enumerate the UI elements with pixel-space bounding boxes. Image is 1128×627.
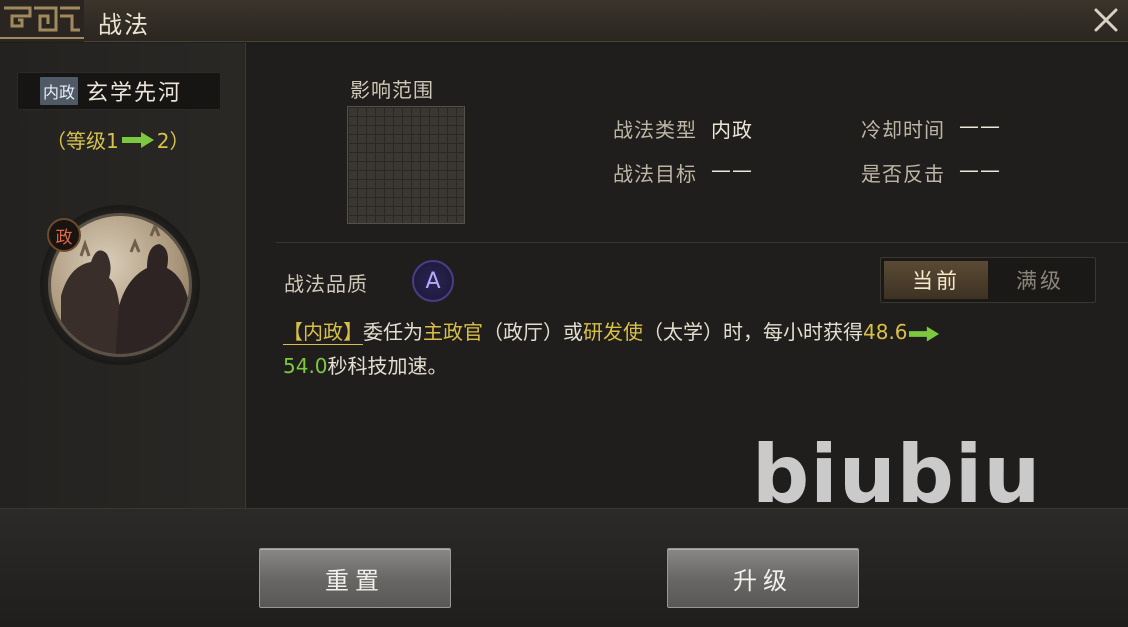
info-target-row: 战法目标 —— bbox=[613, 158, 753, 187]
quality-label: 战法品质 bbox=[284, 272, 368, 296]
title-ornament-icon bbox=[0, 0, 84, 42]
arrow-right-icon bbox=[908, 325, 939, 342]
info-counter-row: 是否反击 —— bbox=[861, 158, 1001, 187]
window-title: 战法 bbox=[98, 11, 150, 39]
skill-level: （等级1 2） bbox=[46, 125, 189, 154]
range-label: 影响范围 bbox=[350, 78, 434, 102]
type-value: 内政 bbox=[711, 118, 753, 142]
politics-badge: 政 bbox=[47, 218, 81, 252]
title-bar: 战法 bbox=[0, 0, 1128, 42]
desc-part4: 秒科技加速。 bbox=[327, 354, 448, 378]
info-type-row: 战法类型 内政 bbox=[613, 114, 753, 143]
section-divider bbox=[276, 242, 1128, 243]
desc-part2: （政厅）或 bbox=[483, 320, 583, 344]
close-icon[interactable] bbox=[1090, 4, 1122, 36]
desc-value-next: 54.0 bbox=[283, 354, 328, 378]
level-toggle: 当前 满级 bbox=[880, 257, 1096, 303]
target-value: —— bbox=[711, 158, 753, 182]
tab-current[interactable]: 当前 bbox=[884, 261, 988, 299]
cooldown-label: 冷却时间 bbox=[861, 118, 945, 142]
tab-max-level[interactable]: 满级 bbox=[988, 261, 1092, 299]
upgrade-button[interactable]: 升级 bbox=[667, 548, 859, 608]
desc-role1: 主政官 bbox=[423, 320, 483, 344]
cooldown-value: —— bbox=[959, 114, 1001, 138]
counter-value: —— bbox=[959, 158, 1001, 182]
level-to: 2） bbox=[156, 129, 190, 153]
counter-label: 是否反击 bbox=[861, 162, 945, 186]
skill-name: 玄学先河 bbox=[86, 81, 183, 106]
type-label: 战法类型 bbox=[613, 118, 697, 142]
bottom-bar bbox=[0, 508, 1128, 627]
skill-name-box: 内政 玄学先河 bbox=[17, 72, 221, 110]
desc-tag: 【内政】 bbox=[283, 320, 363, 345]
quality-grade-badge: A bbox=[412, 260, 454, 302]
range-grid bbox=[347, 106, 465, 224]
target-label: 战法目标 bbox=[613, 162, 697, 186]
info-cooldown-row: 冷却时间 —— bbox=[861, 114, 1001, 143]
arrow-right-icon bbox=[121, 131, 154, 148]
desc-part3: （太学）时，每小时获得 bbox=[643, 320, 863, 344]
skill-description: 【内政】委任为主政官（政厅）或研发使（太学）时，每小时获得48.6 54.0秒科技… bbox=[283, 315, 1083, 383]
desc-part1: 委任为 bbox=[363, 320, 423, 344]
level-from: （等级1 bbox=[46, 129, 119, 153]
skill-type-tag: 内政 bbox=[40, 77, 79, 105]
desc-role2: 研发使 bbox=[583, 320, 643, 344]
reset-button[interactable]: 重置 bbox=[259, 548, 451, 608]
desc-value-current: 48.6 bbox=[863, 320, 908, 344]
